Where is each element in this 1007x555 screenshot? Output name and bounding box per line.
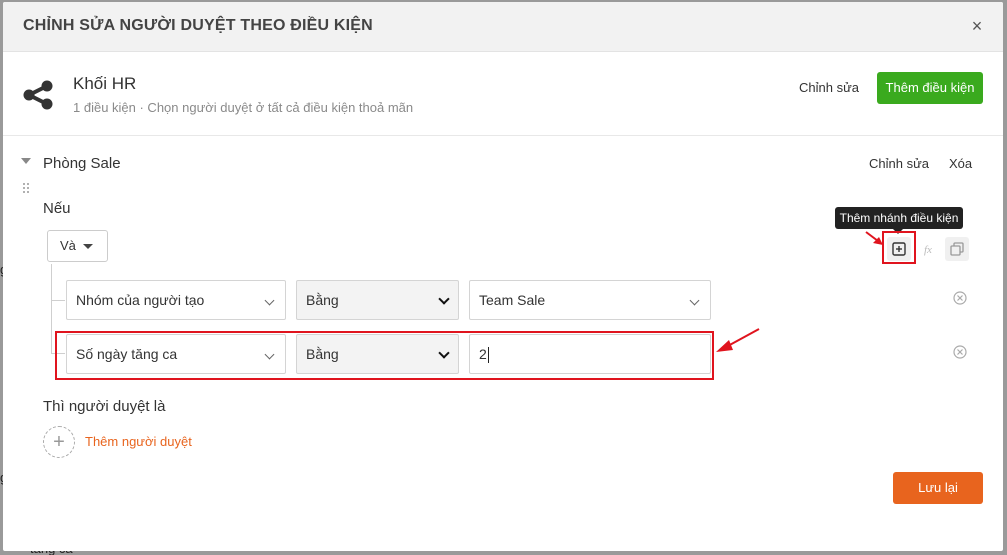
logic-operator-value: Và: [60, 238, 76, 253]
highlight-box: [55, 331, 714, 380]
duplicate-button[interactable]: [945, 237, 969, 261]
caret-down-icon: [83, 244, 93, 249]
red-arrow-icon: [716, 328, 760, 352]
chevron-down-icon: [438, 293, 450, 305]
svg-text:fx: fx: [924, 244, 932, 256]
condition-comparator-value: Bằng: [306, 292, 339, 308]
chevron-down-icon: [264, 295, 275, 306]
group-subtitle: 1 điều kiện · Chọn người duyệt ở tất cả …: [73, 100, 414, 115]
remove-condition-icon[interactable]: [953, 291, 967, 305]
modal-header: CHỈNH SỬA NGƯỜI DUYỆT THEO ĐIỀU KIỆN ×: [3, 2, 1003, 52]
logic-operator-select[interactable]: Và: [47, 230, 108, 262]
branch-title: Phòng Sale: [43, 155, 121, 172]
close-icon[interactable]: ×: [967, 16, 987, 36]
condition-field-select[interactable]: Nhóm của người tạo: [66, 280, 286, 320]
edit-branch-link[interactable]: Chỉnh sửa: [869, 156, 929, 171]
condition-comparator-select[interactable]: Bằng: [296, 280, 459, 320]
condition-field-value: Nhóm của người tạo: [76, 292, 205, 308]
function-icon: fx: [924, 244, 932, 256]
share-network-icon: [23, 80, 53, 110]
tooltip: Thêm nhánh điều kiện: [835, 207, 963, 234]
plus-square-icon: [892, 242, 906, 256]
drag-handle-icon[interactable]: [22, 182, 30, 194]
add-approver-icon[interactable]: +: [43, 426, 75, 458]
modal-title: CHỈNH SỬA NGƯỜI DUYỆT THEO ĐIỀU KIỆN: [23, 17, 373, 34]
condition-value: Team Sale: [479, 292, 546, 308]
add-branch-button[interactable]: [887, 237, 911, 261]
divider: [3, 135, 1003, 136]
group-title: Khối HR: [73, 74, 137, 93]
tree-connector: [51, 264, 52, 354]
add-approver-link[interactable]: Thêm người duyệt: [85, 434, 192, 449]
remove-condition-icon[interactable]: [953, 345, 967, 359]
formula-button[interactable]: fx: [916, 237, 940, 261]
save-button[interactable]: Lưu lại: [893, 472, 983, 504]
edit-group-link[interactable]: Chỉnh sửa: [799, 80, 859, 95]
if-label: Nếu: [43, 200, 71, 217]
approver-title: Thì người duyệt là: [43, 398, 166, 415]
chevron-down-icon: [689, 295, 700, 306]
condition-value-select[interactable]: Team Sale: [469, 280, 711, 320]
tree-connector: [51, 300, 65, 301]
add-condition-button[interactable]: Thêm điều kiện: [877, 72, 983, 104]
delete-branch-link[interactable]: Xóa: [949, 156, 972, 171]
collapse-caret-icon[interactable]: [21, 158, 31, 164]
copy-icon: [950, 242, 964, 256]
edit-approver-modal: CHỈNH SỬA NGƯỜI DUYỆT THEO ĐIỀU KIỆN × K…: [3, 2, 1003, 551]
